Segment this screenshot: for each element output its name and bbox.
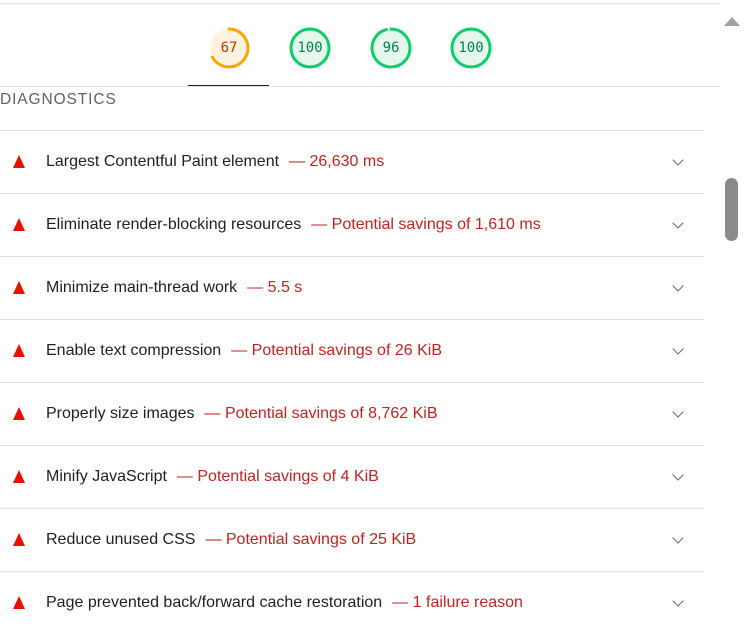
warning-triangle-icon	[13, 533, 25, 546]
audit-title: Reduce unused CSS	[46, 531, 196, 548]
audit-item[interactable]: Minify JavaScript — Potential savings of …	[0, 445, 704, 508]
warning-triangle-icon	[13, 470, 25, 483]
audit-text: Enable text compression — Potential savin…	[46, 341, 442, 360]
chevron-down-icon[interactable]	[672, 154, 684, 166]
gauge-performance[interactable]: 67	[207, 26, 251, 70]
audit-detail: — 5.5 s	[247, 279, 303, 296]
audit-item[interactable]: Minimize main-thread work — 5.5 s	[0, 256, 704, 319]
audit-item[interactable]: Reduce unused CSS — Potential savings of …	[0, 508, 704, 571]
audit-text: Minify JavaScript — Potential savings of …	[46, 467, 379, 486]
lighthouse-report: 67 100 96 100 DIAGNOSTICS Largest Conten…	[0, 0, 749, 631]
chevron-down-icon[interactable]	[672, 469, 684, 481]
chevron-down-icon[interactable]	[672, 595, 684, 607]
chevron-down-icon[interactable]	[672, 343, 684, 355]
audit-detail: — Potential savings of 1,610 ms	[311, 216, 541, 233]
audit-item[interactable]: Properly size images — Potential savings …	[0, 382, 704, 445]
gauge-score: 100	[458, 40, 484, 56]
audit-title: Properly size images	[46, 405, 195, 422]
warning-triangle-icon	[13, 281, 25, 294]
warning-triangle-icon	[13, 155, 25, 168]
audit-item[interactable]: Largest Contentful Paint element — 26,630…	[0, 130, 704, 193]
gauge-score: 96	[382, 40, 400, 56]
audit-detail: — Potential savings of 8,762 KiB	[204, 405, 438, 422]
audit-title: Minify JavaScript	[46, 468, 167, 485]
warning-triangle-icon	[13, 218, 25, 231]
audit-list: Largest Contentful Paint element — 26,630…	[0, 130, 704, 631]
chevron-down-icon[interactable]	[672, 280, 684, 292]
warning-triangle-icon	[13, 344, 25, 357]
audit-title: Eliminate render-blocking resources	[46, 216, 302, 233]
chevron-down-icon[interactable]	[672, 406, 684, 418]
audit-text: Properly size images — Potential savings …	[46, 404, 438, 423]
gauge-seo[interactable]: 100	[449, 26, 493, 70]
audit-text: Eliminate render-blocking resources — Pot…	[46, 215, 541, 234]
gauge-accessibility[interactable]: 100	[288, 26, 332, 70]
audit-title: Largest Contentful Paint element	[46, 153, 280, 170]
scroll-up-arrow-icon[interactable]	[724, 17, 740, 26]
gauge-score: 100	[297, 40, 323, 56]
score-gauges: 67 100 96 100	[0, 0, 720, 88]
audit-text: Largest Contentful Paint element — 26,630…	[46, 152, 384, 171]
audit-item[interactable]: Enable text compression — Potential savin…	[0, 319, 704, 382]
audit-detail: — 1 failure reason	[392, 594, 523, 611]
audit-title: Minimize main-thread work	[46, 279, 238, 296]
gauges-divider	[0, 86, 720, 87]
audit-item[interactable]: Page prevented back/forward cache restor…	[0, 571, 704, 631]
section-title: DIAGNOSTICS	[0, 91, 117, 108]
audit-detail: — Potential savings of 25 KiB	[205, 531, 417, 548]
chevron-down-icon[interactable]	[672, 532, 684, 544]
audit-text: Reduce unused CSS — Potential savings of …	[46, 530, 416, 549]
vertical-scrollbar[interactable]	[720, 0, 749, 631]
audit-title: Enable text compression	[46, 342, 222, 359]
gauge-best-practices[interactable]: 96	[369, 26, 413, 70]
audit-item[interactable]: Eliminate render-blocking resources — Pot…	[0, 193, 704, 256]
audit-detail: — Potential savings of 26 KiB	[231, 342, 442, 359]
audit-title: Page prevented back/forward cache restor…	[46, 594, 383, 611]
audit-text: Minimize main-thread work — 5.5 s	[46, 278, 302, 297]
audit-text: Page prevented back/forward cache restor…	[46, 593, 523, 612]
warning-triangle-icon	[13, 407, 25, 420]
chevron-down-icon[interactable]	[672, 217, 684, 229]
scroll-thumb[interactable]	[725, 178, 738, 241]
gauge-score: 67	[220, 40, 238, 56]
warning-triangle-icon	[13, 596, 25, 609]
audit-detail: — 26,630 ms	[289, 153, 385, 170]
audit-detail: — Potential savings of 4 KiB	[176, 468, 379, 485]
